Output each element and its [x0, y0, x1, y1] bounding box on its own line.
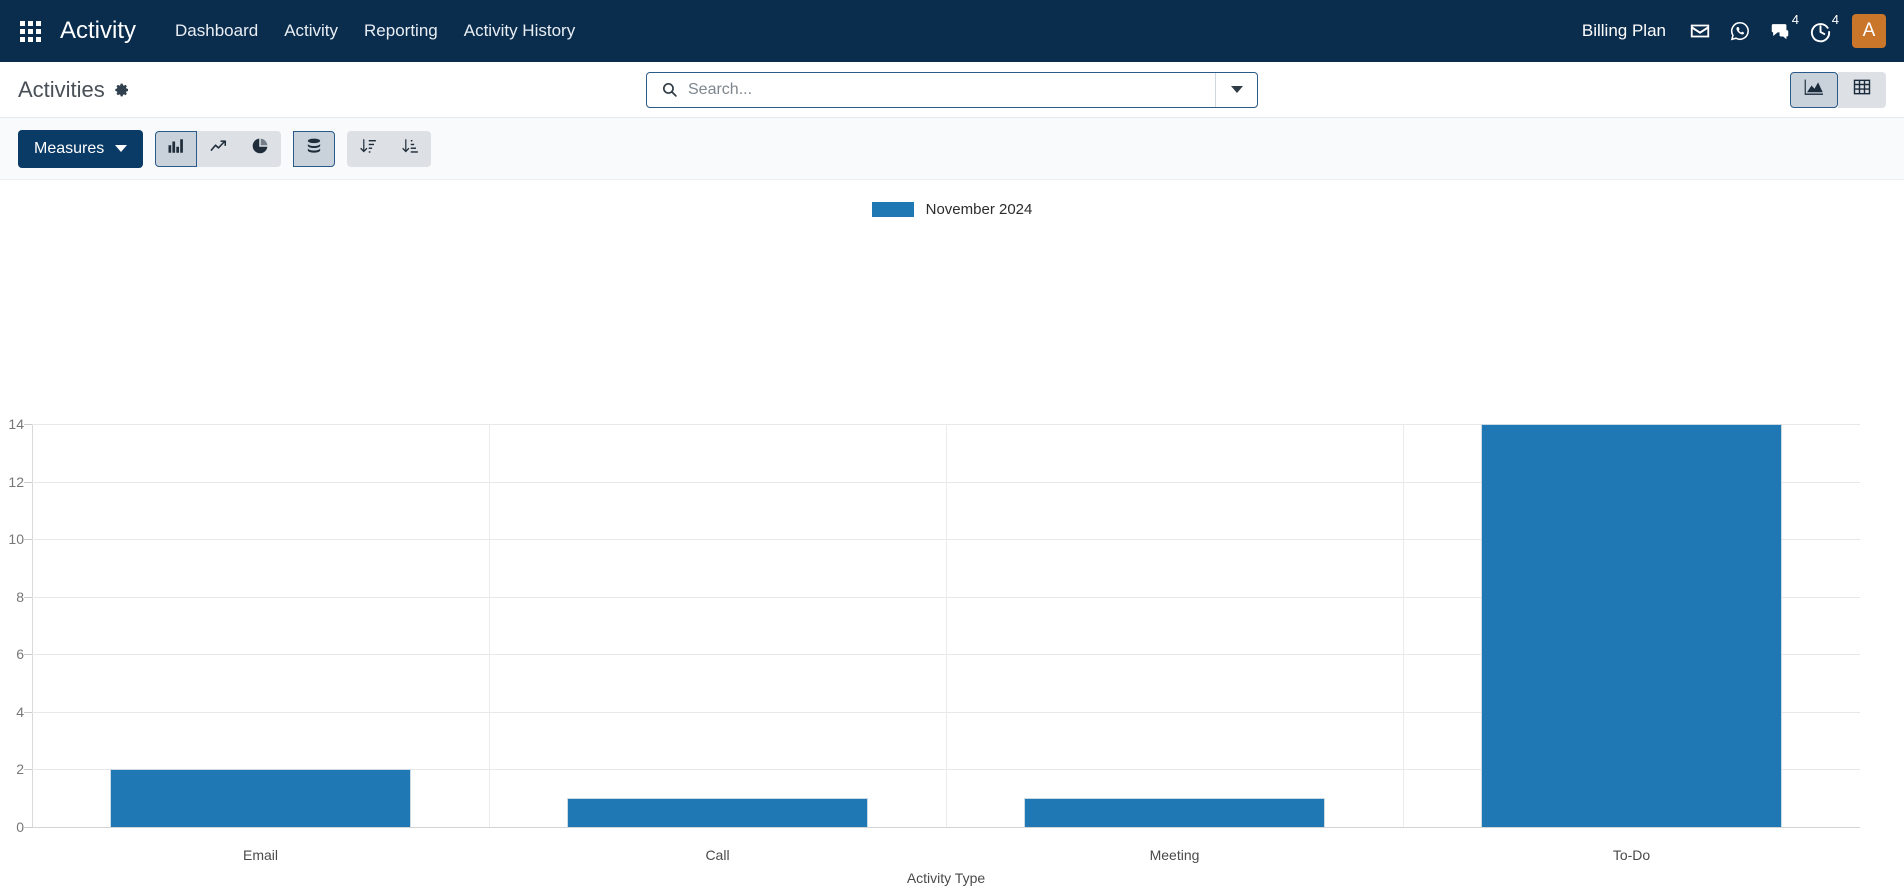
- stacked-database-icon: [305, 137, 323, 160]
- legend-label[interactable]: November 2024: [926, 201, 1033, 218]
- graph-view: November 2024 0 2 4 6 8 10 12 14 Email Call Meeti…: [0, 180, 1904, 890]
- y-axis-tick-0: 0: [16, 819, 24, 835]
- x-axis-tick-email: Email: [242, 847, 279, 863]
- y-axis-tickmark-0: [24, 827, 32, 828]
- y-axis-tickmark-14: [24, 424, 32, 425]
- y-axis-tick-4: 4: [16, 703, 24, 720]
- bar-to-do[interactable]: [1480, 424, 1783, 827]
- navbar-right-systray: Billing Plan 4 4 A: [1582, 11, 1886, 51]
- search-view[interactable]: [646, 71, 1258, 108]
- search-icon: [661, 81, 678, 98]
- view-button-graph[interactable]: [1790, 71, 1838, 108]
- measures-label: Measures: [34, 139, 105, 157]
- chart-type-group: [155, 130, 282, 167]
- mail-icon[interactable]: [1680, 11, 1720, 51]
- x-axis-tick-to-do: To-Do: [1612, 847, 1651, 863]
- menu-item-reporting[interactable]: Reporting: [351, 13, 451, 49]
- y-axis-tickmark-8: [24, 596, 32, 598]
- chart-toolbar: Measures: [0, 118, 1904, 180]
- bar-slot: Email: [32, 424, 489, 863]
- view-button-pivot[interactable]: [1838, 71, 1886, 108]
- bar-slot: Call: [489, 424, 946, 863]
- y-axis-tick-2: 2: [16, 761, 24, 778]
- bar-meeting[interactable]: [1023, 798, 1326, 827]
- search-input[interactable]: [688, 80, 1215, 99]
- apps-grid-icon: [19, 20, 41, 42]
- chevron-down-icon: [1230, 86, 1243, 93]
- chart-options-group: [293, 130, 336, 167]
- activities-clock-icon[interactable]: 4: [1800, 11, 1840, 51]
- breadcrumb: Activities: [18, 77, 130, 103]
- chevron-down-icon: [115, 145, 128, 152]
- line-chart-icon: [209, 137, 228, 160]
- y-axis-tickmark-2: [24, 769, 32, 771]
- x-axis-title: Activity Type: [906, 870, 986, 886]
- gridline-y-0: [32, 827, 1860, 828]
- sort-ascending-button[interactable]: [389, 130, 432, 167]
- pie-chart-icon: [251, 137, 269, 160]
- y-axis-tick-6: 6: [16, 646, 24, 663]
- y-axis-tickmark-12: [24, 481, 32, 483]
- view-switcher: [1790, 71, 1886, 108]
- bar-email[interactable]: [109, 769, 412, 827]
- bar-chart-icon: [167, 137, 185, 160]
- y-axis-tickmark-4: [24, 711, 32, 713]
- search-dropdown-toggle[interactable]: [1215, 72, 1257, 107]
- messages-badge: 4: [1791, 12, 1799, 27]
- chart-type-pie-button[interactable]: [239, 130, 282, 167]
- menu-item-activity[interactable]: Activity: [271, 13, 351, 49]
- bar-slot: To-Do: [1403, 424, 1860, 863]
- y-axis-tickmark-10: [24, 539, 32, 541]
- sort-group: [347, 130, 432, 167]
- sort-descending-icon: [359, 137, 377, 160]
- sort-descending-button[interactable]: [347, 130, 390, 167]
- page-title: Activities: [18, 76, 105, 102]
- x-axis-tick-call: Call: [705, 847, 730, 863]
- control-panel: Activities: [0, 62, 1904, 118]
- chart-legend: November 2024: [0, 180, 1904, 224]
- app-brand[interactable]: Activity: [60, 17, 136, 45]
- whatsapp-icon[interactable]: [1720, 11, 1760, 51]
- avatar[interactable]: A: [1852, 14, 1886, 48]
- gear-icon[interactable]: [114, 82, 130, 98]
- y-axis-tickmark-6: [24, 654, 32, 656]
- x-axis-tick-meeting: Meeting: [1149, 847, 1200, 863]
- legend-swatch: [871, 201, 914, 217]
- menu-item-activity-history[interactable]: Activity History: [451, 13, 588, 49]
- bar-call[interactable]: [566, 798, 869, 827]
- billing-plan-link[interactable]: Billing Plan: [1582, 21, 1666, 41]
- apps-menu-button[interactable]: [8, 9, 52, 53]
- y-axis-tick-8: 8: [16, 588, 24, 605]
- graph-chart-icon: [1804, 78, 1824, 101]
- chart-plot-area: 0 2 4 6 8 10 12 14 Email Call Meeting To-Do Activi…: [8, 416, 1860, 886]
- chart-bars: Email Call Meeting To-Do: [32, 424, 1860, 863]
- bar-slot: Meeting: [946, 424, 1403, 863]
- y-axis-tick-10: 10: [8, 531, 24, 548]
- top-navbar: Activity Dashboard Activity Reporting Ac…: [0, 0, 1904, 62]
- pivot-table-icon: [1852, 77, 1872, 102]
- y-axis-tick-12: 12: [8, 473, 24, 490]
- chart-type-bar-button[interactable]: [155, 130, 198, 167]
- measures-button[interactable]: Measures: [18, 129, 144, 168]
- chart-type-line-button[interactable]: [197, 130, 240, 167]
- messages-icon[interactable]: 4: [1760, 11, 1800, 51]
- sort-ascending-icon: [401, 137, 419, 160]
- y-axis-tick-14: 14: [8, 416, 24, 432]
- stacked-toggle-button[interactable]: [293, 130, 336, 167]
- activities-badge: 4: [1831, 12, 1839, 27]
- menu-item-dashboard[interactable]: Dashboard: [162, 13, 271, 49]
- main-menu: Dashboard Activity Reporting Activity Hi…: [162, 13, 588, 49]
